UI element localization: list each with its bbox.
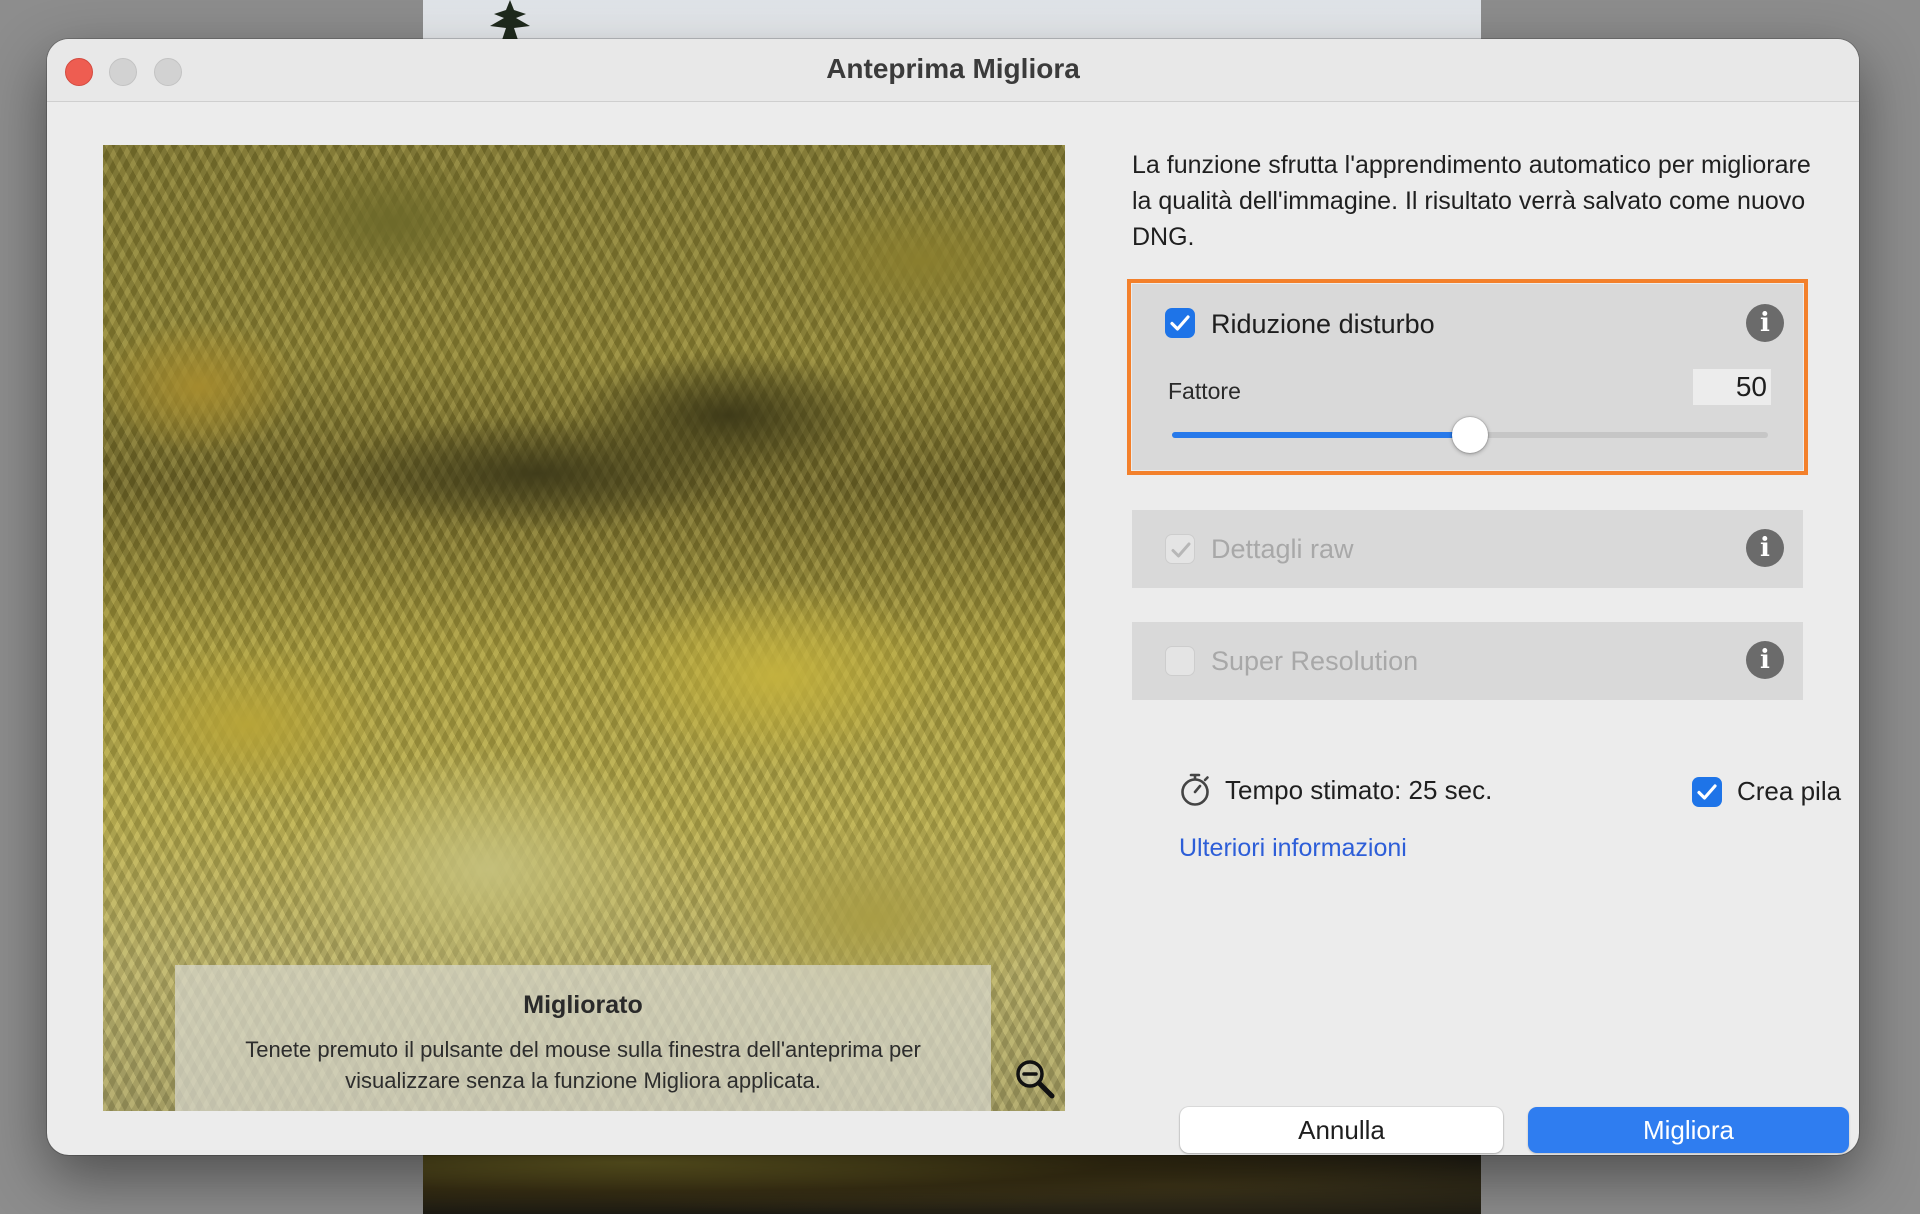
noise-reduction-panel: Riduzione disturbo i Fattore 50 (1127, 279, 1808, 475)
enhance-preview-image[interactable]: Migliorato Tenete premuto il pulsante de… (103, 145, 1065, 1111)
feature-description: La funzione sfrutta l'apprendimento auto… (1132, 151, 1811, 251)
estimated-time-text: Tempo stimato: 25 sec. (1225, 775, 1493, 805)
raw-details-info-icon[interactable]: i (1746, 529, 1784, 567)
super-resolution-info-icon[interactable]: i (1746, 641, 1784, 679)
noise-reduction-info-icon[interactable]: i (1746, 304, 1784, 342)
checkmark-icon (1697, 784, 1717, 800)
raw-details-label: Dettagli raw (1211, 534, 1354, 564)
factor-slider-thumb[interactable] (1452, 417, 1488, 453)
raw-details-panel: Dettagli raw i (1132, 510, 1803, 588)
factor-slider-fill (1172, 432, 1470, 438)
noise-reduction-checkbox[interactable] (1165, 308, 1195, 338)
create-stack-label: Crea pila (1737, 776, 1842, 806)
cancel-button[interactable]: Annulla (1180, 1107, 1503, 1153)
preview-caption-text: Tenete premuto il pulsante del mouse sul… (245, 1037, 921, 1093)
factor-label: Fattore (1168, 378, 1241, 404)
preview-caption: Migliorato Tenete premuto il pulsante de… (175, 965, 991, 1111)
super-resolution-label: Super Resolution (1211, 646, 1419, 676)
raw-details-checkbox[interactable] (1165, 534, 1195, 564)
window-title: Anteprima Migliora (826, 53, 1080, 84)
title-bar: Anteprima Migliora (47, 39, 1859, 102)
super-resolution-checkbox[interactable] (1165, 646, 1195, 676)
tree-silhouette-icon (490, 0, 530, 40)
factor-slider[interactable] (1172, 417, 1768, 453)
super-resolution-panel: Super Resolution i (1132, 622, 1803, 700)
checkmark-icon (1170, 315, 1190, 331)
stopwatch-icon (1181, 773, 1209, 806)
checkmark-icon (1171, 542, 1191, 558)
enhance-preview-dialog: Anteprima Migliora Migliorato Tenete pre… (47, 39, 1859, 1155)
create-stack-checkbox[interactable] (1692, 777, 1722, 807)
factor-value-field[interactable]: 50 (1693, 369, 1771, 405)
enhance-button[interactable]: Migliora (1528, 1107, 1849, 1153)
more-info-link[interactable]: Ulteriori informazioni (1179, 834, 1407, 863)
zoom-out-icon[interactable] (1013, 1057, 1057, 1101)
preview-caption-title: Migliorato (523, 991, 643, 1019)
noise-reduction-label: Riduzione disturbo (1211, 309, 1435, 339)
